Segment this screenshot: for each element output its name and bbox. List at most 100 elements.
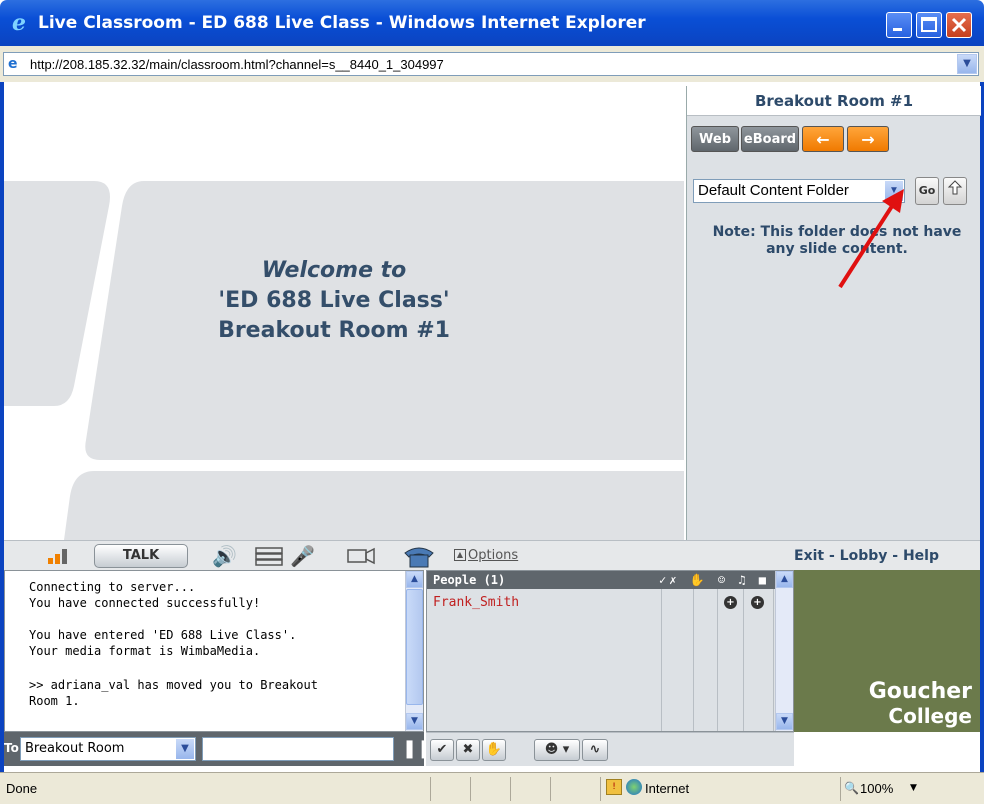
chat-message: Your media format is WimbaMedia. — [29, 644, 261, 658]
people-scrollbar[interactable]: ▲ ▼ — [775, 571, 793, 731]
chat-log: Connecting to server... You have connect… — [4, 570, 424, 732]
status-divider — [430, 777, 431, 801]
panel-title: Breakout Room #1 — [687, 86, 981, 116]
annotation-arrow — [838, 189, 904, 289]
page-icon: e — [8, 56, 18, 72]
upload-button[interactable] — [943, 177, 967, 205]
goucher-logo: Goucher College — [868, 679, 972, 729]
welcome-line-1: Welcome to — [261, 258, 407, 283]
audio-add-icon[interactable]: + — [724, 596, 737, 609]
pulse-icon: ∿ — [589, 742, 601, 757]
chat-message: Connecting to server... — [29, 580, 196, 594]
help-link[interactable]: Help — [903, 548, 939, 564]
recipient-select[interactable]: Breakout Room ▼ — [20, 737, 196, 761]
microphone-icon[interactable]: 🎤 — [290, 546, 315, 566]
emoticon-button[interactable]: ☻ ▾ — [534, 739, 580, 761]
zoom-level[interactable]: 100% — [860, 781, 893, 797]
exit-link[interactable]: Exit — [794, 548, 824, 564]
security-zone[interactable]: Internet — [645, 781, 689, 797]
breakout-panel: Breakout Room #1 Web eBoard ← → Default … — [686, 86, 981, 540]
slide-area: Welcome to 'ED 688 Live Class' Breakout … — [4, 86, 684, 540]
activity-button[interactable]: ∿ — [582, 739, 608, 761]
status-divider — [840, 777, 841, 801]
options-link[interactable]: Options — [468, 548, 518, 564]
minimize-button[interactable] — [886, 12, 912, 38]
participant-actions: ✔ ✖ ✋ ☻ ▾ ∿ — [426, 732, 794, 766]
welcome-line-2: 'ED 688 Live Class' — [218, 288, 450, 313]
zoom-icon: 🔍 — [844, 781, 859, 795]
people-header: People (1) ✓✗ ✋ ☺ ♫ ■ — [427, 571, 775, 589]
no-button[interactable]: ✖ — [456, 739, 480, 761]
column-divider — [743, 589, 744, 731]
status-divider — [470, 777, 471, 801]
go-button[interactable]: Go — [915, 177, 939, 205]
minimize-icon — [893, 28, 902, 31]
zoom-dropdown-icon[interactable]: ▼ — [910, 783, 917, 793]
logo-line-2: College — [888, 704, 972, 728]
welcome-message: Welcome to 'ED 688 Live Class' Breakout … — [124, 256, 544, 346]
chat-scroll-thumb[interactable] — [406, 589, 423, 705]
column-divider — [661, 589, 662, 731]
chat-message: >> adriana_val has moved you to Breakout — [29, 678, 318, 692]
next-slide-button[interactable]: → — [847, 126, 889, 152]
x-icon: ✖ — [462, 742, 474, 757]
previous-slide-button[interactable]: ← — [802, 126, 844, 152]
video-camera-icon[interactable] — [346, 547, 376, 565]
people-count: People (1) — [433, 573, 506, 587]
scroll-down-icon[interactable]: ▼ — [776, 713, 793, 730]
scroll-up-icon[interactable]: ▲ — [776, 571, 793, 588]
url-text[interactable]: http://208.185.32.32/main/classroom.html… — [30, 56, 444, 73]
raise-hand-button[interactable]: ✋ — [482, 739, 506, 761]
chat-message: You have connected successfully! — [29, 596, 261, 610]
maximize-icon — [921, 17, 937, 32]
globe-icon — [626, 779, 642, 795]
recipient-value: Breakout Room — [25, 741, 125, 756]
address-dropdown-button[interactable]: ▼ — [957, 54, 977, 74]
video-window: Goucher College — [794, 570, 980, 732]
participant-name[interactable]: Frank_Smith — [433, 595, 519, 611]
status-bar: Done ! Internet 🔍 100% ▼ — [0, 772, 984, 804]
scroll-up-icon[interactable]: ▲ — [406, 571, 423, 588]
right-arrow-icon: → — [861, 130, 875, 149]
status-divider — [510, 777, 511, 801]
volume-bars-icon[interactable] — [254, 545, 284, 567]
status-divider — [600, 777, 601, 801]
talk-button[interactable]: TALK — [94, 544, 188, 568]
signal-level-icon — [48, 549, 67, 564]
security-icon[interactable]: ! — [606, 779, 622, 795]
video-add-icon[interactable]: + — [751, 596, 764, 609]
column-divider — [717, 589, 718, 731]
chat-input-row: To: Breakout Room ▼ ❚❚ — [4, 732, 432, 766]
chat-scrollbar[interactable]: ▲ ▼ — [405, 571, 423, 731]
status-text: Done — [6, 781, 38, 796]
chevron-down-icon[interactable]: ▼ — [176, 739, 194, 759]
lobby-link[interactable]: Lobby — [840, 548, 888, 564]
close-icon — [951, 17, 967, 33]
yes-button[interactable]: ✔ — [430, 739, 454, 761]
maximize-button[interactable] — [916, 12, 942, 38]
upload-icon — [947, 180, 963, 195]
session-links: Exit - Lobby - Help — [794, 548, 939, 564]
web-button[interactable]: Web — [691, 126, 739, 152]
column-divider — [693, 589, 694, 731]
people-status-icons: ✓✗ ✋ ☺ ♫ ■ — [659, 573, 769, 587]
eboard-button[interactable]: eBoard — [741, 126, 799, 152]
chat-message-input[interactable] — [202, 737, 394, 761]
chat-message: Room 1. — [29, 694, 80, 708]
welcome-line-3: Breakout Room #1 — [218, 318, 450, 343]
telephone-icon[interactable] — [402, 543, 436, 569]
column-divider — [773, 589, 774, 731]
speaker-icon[interactable]: 🔊 — [212, 546, 237, 566]
title-bar: e Live Classroom - ED 688 Live Class - W… — [0, 0, 984, 46]
options-toggle-icon[interactable]: ▲ — [454, 549, 466, 561]
media-toolbar: TALK 🔊 🎤 ▲ Options Exit - Lobby - Help — [4, 540, 980, 570]
close-button[interactable] — [946, 12, 972, 38]
address-bar-area: e http://208.185.32.32/main/classroom.ht… — [0, 46, 984, 82]
smiley-icon: ☻ ▾ — [544, 742, 570, 757]
logo-line-1: Goucher — [868, 679, 972, 704]
checkmark-icon: ✔ — [436, 742, 448, 757]
address-bar[interactable]: e http://208.185.32.32/main/classroom.ht… — [3, 52, 979, 76]
scroll-down-icon[interactable]: ▼ — [406, 713, 423, 730]
hand-icon: ✋ — [485, 742, 503, 757]
people-panel: People (1) ✓✗ ✋ ☺ ♫ ■ Frank_Smith + + ▲ … — [426, 570, 794, 732]
